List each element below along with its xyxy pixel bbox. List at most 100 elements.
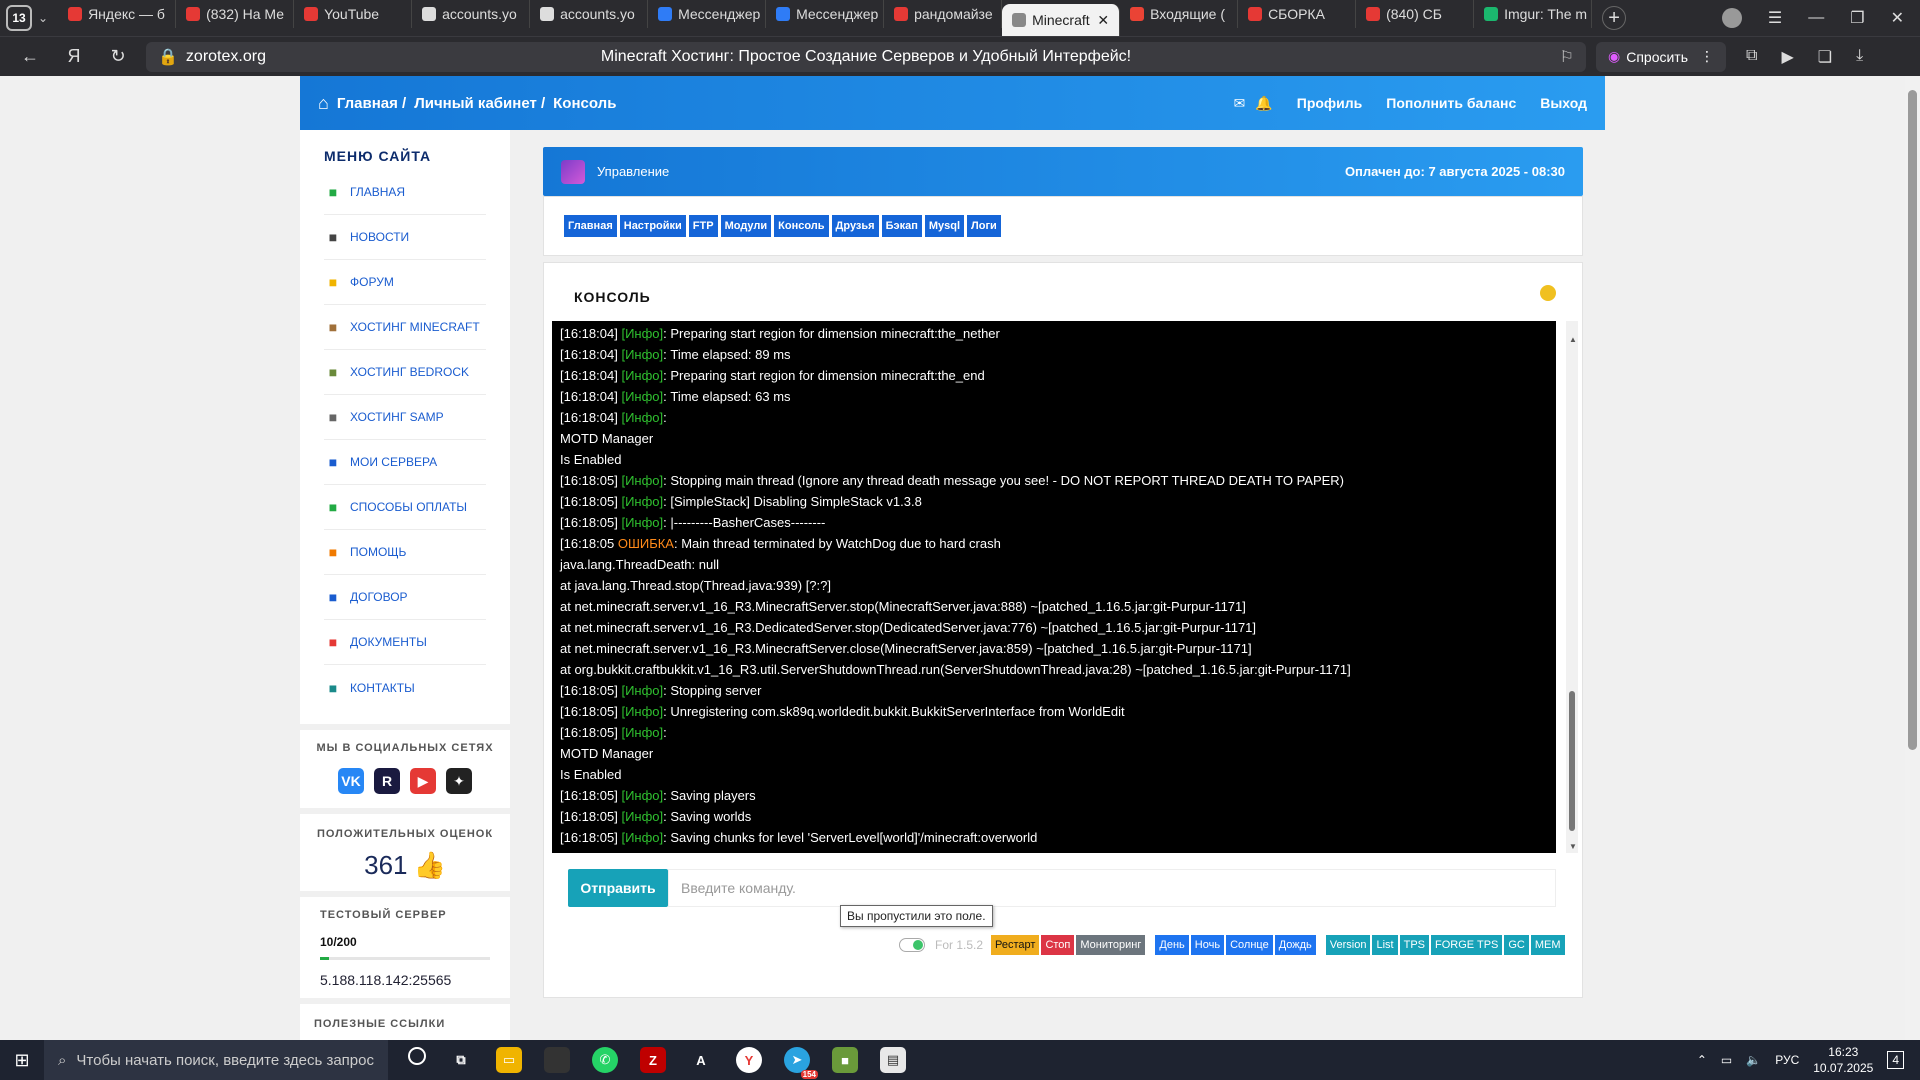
network-icon[interactable]: ▭ (1721, 1053, 1732, 1067)
sun-button[interactable]: Солнце (1226, 935, 1273, 955)
sidebar-item[interactable]: ■ ДОГОВОР (324, 575, 486, 620)
browser-tab[interactable]: Входящие ( (1120, 0, 1239, 28)
panel-tab[interactable]: Mysql (924, 215, 965, 237)
topup-link[interactable]: Пополнить баланс (1386, 95, 1516, 111)
browser-tab[interactable]: Мессенджер (648, 0, 767, 28)
language-indicator[interactable]: РУС (1775, 1053, 1799, 1067)
sidebar-item[interactable]: ■ ФОРУМ (324, 260, 486, 305)
sidebar-item[interactable]: ■ ХОСТИНГ SAMP (324, 395, 486, 440)
scroll-up-icon[interactable]: ▲ (1569, 335, 1577, 344)
clock[interactable]: 16:23 10.07.2025 (1813, 1044, 1873, 1076)
explorer-icon[interactable]: ▭ (496, 1047, 522, 1073)
whatsapp-icon[interactable]: ✆ (592, 1047, 618, 1073)
url-field[interactable]: 🔒 zorotex.org Minecraft Хостинг: Простое… (146, 41, 1586, 72)
console-scroll-thumb[interactable] (1569, 691, 1575, 831)
rain-button[interactable]: Дождь (1274, 935, 1316, 955)
extensions-icon[interactable]: ⧉ (1746, 47, 1757, 67)
browser-tab[interactable]: (832) На Ме (176, 0, 295, 28)
more-icon[interactable]: ⋮ (1700, 48, 1714, 65)
close-window-icon[interactable]: ✕ (1891, 8, 1904, 28)
browser-tab[interactable]: СБОРКА (1238, 0, 1357, 28)
thumbs-up-icon[interactable]: 👍 (414, 850, 446, 881)
yandex-icon[interactable]: Я (60, 46, 88, 67)
yandex-browser-icon[interactable]: Y (736, 1047, 762, 1073)
day-button[interactable]: День (1155, 935, 1189, 955)
sidebar-item[interactable]: ■ ГЛАВНАЯ (324, 170, 486, 215)
version-toggle[interactable] (899, 938, 925, 952)
browser-tab[interactable]: Minecraft ✕ (1002, 4, 1121, 36)
downloads-icon[interactable]: ⤓ (1856, 47, 1863, 67)
vk-icon[interactable]: VK (338, 768, 364, 794)
monitor-button[interactable]: Мониторинг (1076, 935, 1146, 955)
panel-tab[interactable]: Главная (564, 215, 617, 237)
send-button[interactable]: Отправить (568, 869, 668, 907)
browser-tab[interactable]: рандомайзе (884, 0, 1003, 28)
tab-count-badge[interactable]: 13 (6, 5, 32, 31)
tabs-dropdown-icon[interactable]: ⌄ (38, 11, 48, 25)
forge-tps-button[interactable]: FORGE TPS (1431, 935, 1503, 955)
sidebar-item[interactable]: ■ ДОКУМЕНТЫ (324, 620, 486, 665)
back-icon[interactable]: ← (16, 46, 44, 67)
app-a-icon[interactable]: A (688, 1047, 714, 1073)
logout-link[interactable]: Выход (1540, 95, 1587, 111)
tps-button[interactable]: TPS (1399, 935, 1429, 955)
media-icon[interactable]: ▶ (1781, 47, 1793, 67)
profile-avatar[interactable] (1721, 8, 1742, 28)
terminal-app-icon[interactable]: ▤ (880, 1047, 906, 1073)
test-ip[interactable]: 5.188.118.142:25565 (320, 972, 490, 988)
panel-tab[interactable]: Бэкап (881, 215, 922, 237)
browser-tab[interactable]: YouTube (294, 0, 413, 28)
night-button[interactable]: Ночь (1190, 935, 1225, 955)
volume-icon[interactable]: 🔈 (1746, 1053, 1761, 1067)
filezilla-icon[interactable]: Z (640, 1047, 666, 1073)
sidebar-item[interactable]: ■ ХОСТИНГ MINECRAFT (324, 305, 486, 350)
crumb-cabinet[interactable]: Личный кабинет / (414, 95, 545, 112)
cortana-icon[interactable] (408, 1047, 426, 1065)
browser-tab[interactable]: Яндекс — б (58, 0, 177, 28)
zen-icon[interactable]: ✦ (446, 768, 472, 794)
mem-button[interactable]: MEM (1530, 935, 1565, 955)
gc-button[interactable]: GC (1504, 935, 1529, 955)
reload-icon[interactable]: ↻ (104, 46, 132, 67)
mail-icon[interactable]: ✉ (1234, 95, 1246, 112)
ask-button[interactable]: ◉ Спросить ⋮ (1596, 41, 1727, 72)
bell-icon[interactable]: 🔔 (1255, 95, 1272, 112)
browser-tab[interactable]: accounts.yo (412, 0, 531, 28)
menu-icon[interactable]: ☰ (1768, 8, 1782, 28)
app-placeholder-icon[interactable] (544, 1047, 570, 1073)
panel-tab[interactable]: FTP (688, 215, 718, 237)
sidebar-item[interactable]: ■ КОНТАКТЫ (324, 665, 486, 710)
profile-link[interactable]: Профиль (1297, 95, 1363, 111)
browser-tab[interactable]: (840) СБ (1356, 0, 1475, 28)
panel-tab[interactable]: Консоль (774, 215, 829, 237)
rutube-icon[interactable]: R (374, 768, 400, 794)
crumb-console[interactable]: Консоль (553, 95, 616, 112)
console-output[interactable]: [16:18:04] [Инфо]: Preparing start regio… (552, 321, 1556, 853)
collections-icon[interactable]: ❏ (1818, 47, 1832, 67)
sidebar-item[interactable]: ■ СПОСОБЫ ОПЛАТЫ (324, 485, 486, 530)
windows-start-icon[interactable]: ⊞ (0, 1050, 44, 1071)
sidebar-item[interactable]: ■ НОВОСТИ (324, 215, 486, 260)
page-scrollbar[interactable] (1905, 76, 1920, 1040)
taskbar-search[interactable]: ⌕ Чтобы начать поиск, введите здесь запр… (44, 1040, 388, 1080)
command-input[interactable]: Введите команду. (668, 869, 1556, 907)
sidebar-item[interactable]: ■ МОИ СЕРВЕРА (324, 440, 486, 485)
panel-tab[interactable]: Настройки (619, 215, 686, 237)
browser-tab[interactable]: Мессенджер (766, 0, 885, 28)
panel-tab[interactable]: Модули (720, 215, 772, 237)
minecraft-icon[interactable]: ■ (832, 1047, 858, 1073)
panel-tab[interactable]: Логи (967, 215, 1001, 237)
sidebar-item[interactable]: ■ ХОСТИНГ BEDROCK (324, 350, 486, 395)
console-scrollbar[interactable]: ▲ ▼ (1566, 321, 1578, 853)
browser-tab[interactable]: accounts.yo (530, 0, 649, 28)
new-tab-button[interactable]: + (1602, 6, 1627, 30)
home-icon[interactable]: ⌂ (318, 93, 329, 114)
task-view-icon[interactable]: ⧉ (448, 1047, 474, 1073)
page-scroll-thumb[interactable] (1908, 90, 1917, 750)
sidebar-item[interactable]: ■ ПОМОЩЬ (324, 530, 486, 575)
restore-icon[interactable]: ❐ (1850, 8, 1864, 28)
scroll-down-icon[interactable]: ▼ (1569, 842, 1577, 851)
telegram-icon[interactable]: ➤ 154 (784, 1047, 818, 1079)
browser-tab[interactable]: Imgur: The m (1474, 0, 1593, 28)
restart-button[interactable]: Рестарт (991, 935, 1040, 955)
